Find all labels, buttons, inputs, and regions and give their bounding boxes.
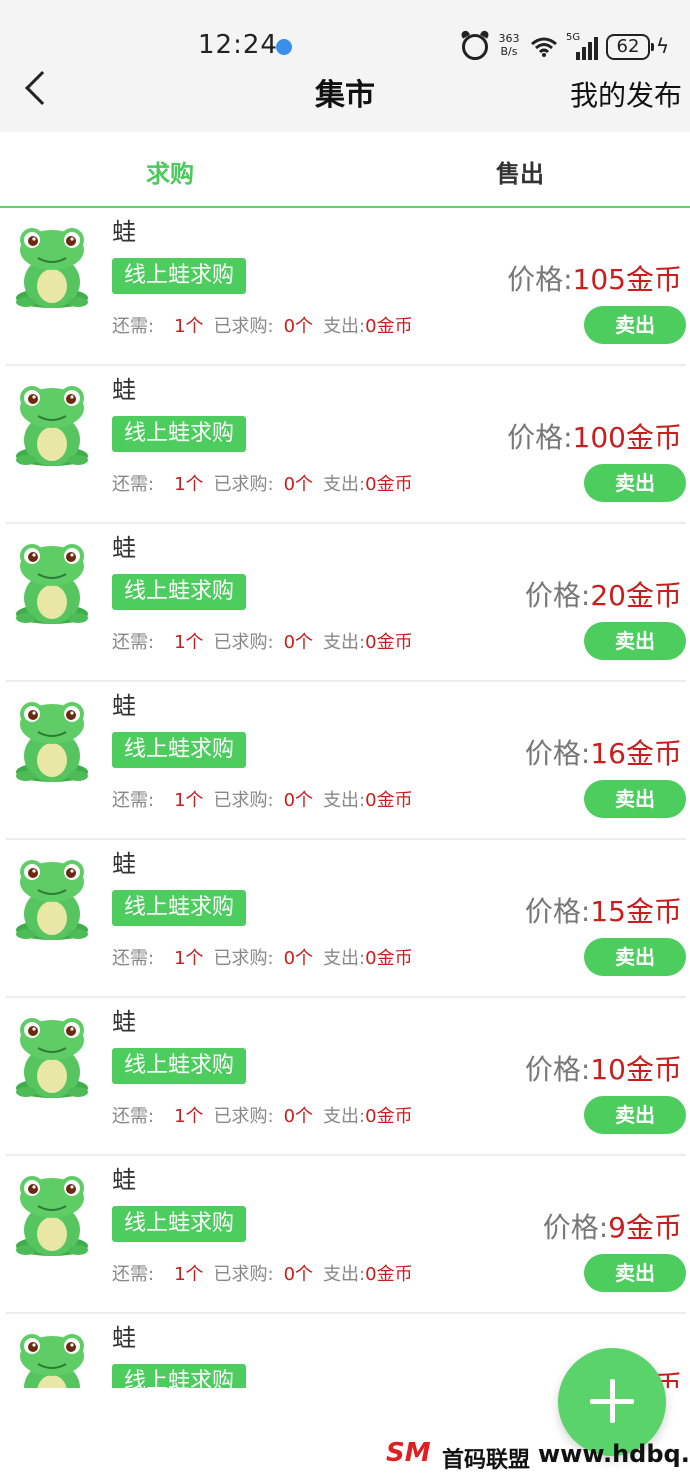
sell-button[interactable]: 卖出 [584, 306, 686, 344]
list-item: 蛙 线上蛙求购 还需: 1个 已求购: 0个 支出:0金币 价格:20金币 卖出 [6, 524, 686, 682]
frog-icon [16, 702, 88, 782]
notification-dot-icon [276, 39, 292, 55]
need-value: 1个 [174, 948, 204, 969]
list-item: 蛙 线上蛙求购 还需: 1个 已求购: 0个 支出:0金币 价格:15金币 卖出 [6, 840, 686, 998]
bought-value: 0个 [283, 474, 314, 495]
need-value: 1个 [174, 632, 204, 653]
item-name: 蛙 [112, 692, 136, 720]
bought-value: 0个 [283, 1264, 314, 1285]
spend-value: 0金币 [365, 474, 413, 495]
sell-button[interactable]: 卖出 [584, 938, 686, 976]
sell-button[interactable]: 卖出 [584, 464, 686, 502]
tab-sell[interactable]: 售出 [496, 154, 544, 189]
item-name: 蛙 [112, 1008, 136, 1036]
status-icons: 363 B/s 5G 62 ϟ [462, 30, 682, 66]
need-value: 1个 [174, 1264, 204, 1285]
spend-value: 0金币 [365, 1264, 413, 1285]
item-tag: 线上蛙求购 [112, 732, 247, 768]
item-tag: 线上蛙求购 [112, 1048, 247, 1084]
wifi-icon [531, 37, 557, 57]
price-value: 9金币 [608, 1211, 682, 1244]
list-item: 蛙 线上蛙求购 还需: 1个 已求购: 0个 支出:0金币 价格:16金币 卖出 [6, 682, 686, 840]
need-value: 1个 [174, 1106, 204, 1127]
need-value: 1个 [174, 316, 204, 337]
item-tag: 线上蛙求购 [112, 258, 247, 294]
bought-value: 0个 [283, 632, 314, 653]
price-value: 105金币 [572, 263, 682, 296]
item-tag: 线上蛙求购 [112, 1206, 247, 1242]
price-value: 15金币 [590, 895, 682, 928]
tab-bar: 求购 售出 [0, 132, 690, 208]
frog-icon [16, 386, 88, 466]
item-name: 蛙 [112, 850, 136, 878]
price-value: 20金币 [590, 579, 682, 612]
item-meta: 还需: 1个 已求购: 0个 支出:0金币 [112, 316, 413, 337]
item-meta: 还需: 1个 已求购: 0个 支出:0金币 [112, 790, 413, 811]
sell-button[interactable]: 卖出 [584, 622, 686, 660]
cell-signal-icon: 5G [566, 32, 600, 62]
frog-icon [16, 228, 88, 308]
bought-value: 0个 [283, 790, 314, 811]
item-meta: 还需: 1个 已求购: 0个 支出:0金币 [112, 474, 413, 495]
item-meta: 还需: 1个 已求购: 0个 支出:0金币 [112, 1106, 413, 1127]
price-value: 10金币 [590, 1053, 682, 1086]
item-tag: 线上蛙求购 [112, 416, 247, 452]
net-speed: 363 B/s [498, 32, 520, 58]
my-posts-button[interactable]: 我的发布 [570, 74, 682, 114]
item-price: 价格:100金币 [507, 421, 682, 454]
item-tag: 线上蛙求购 [112, 890, 247, 926]
item-name: 蛙 [112, 1324, 136, 1352]
item-price: 价格:15金币 [524, 895, 682, 928]
market-list[interactable]: 蛙 线上蛙求购 还需: 1个 已求购: 0个 支出:0金币 价格:105金币 卖出 [0, 208, 690, 1388]
sell-button[interactable]: 卖出 [584, 1254, 686, 1292]
bought-value: 0个 [283, 948, 314, 969]
list-item: 蛙 线上蛙求购 还需: 1个 已求购: 0个 支出:0金币 价格:100金币 卖出 [6, 366, 686, 524]
item-meta: 还需: 1个 已求购: 0个 支出:0金币 [112, 632, 413, 653]
item-name: 蛙 [112, 534, 136, 562]
frog-icon [16, 1018, 88, 1098]
top-bar: 12:24 363 B/s 5G 62 ϟ 集市 我的发布 [0, 0, 690, 132]
item-price: 价格:10金币 [524, 1053, 682, 1086]
frog-icon [20, 1334, 84, 1388]
item-tag: 线上蛙求购 [112, 574, 247, 610]
bought-value: 0个 [283, 1106, 314, 1127]
bought-value: 0个 [283, 316, 314, 337]
spend-value: 0金币 [365, 316, 413, 337]
need-value: 1个 [174, 790, 204, 811]
item-price: 价格:16金币 [524, 737, 682, 770]
sell-button[interactable]: 卖出 [584, 1096, 686, 1134]
list-item: 蛙 线上蛙求购 还需: 1个 已求购: 0个 支出:0金币 价格:10金币 卖出 [6, 998, 686, 1156]
frog-icon [16, 860, 88, 940]
watermark-url: www.hdbq.cc [538, 1440, 690, 1468]
list-item: 蛙 线上蛙求购 还需: 1个 已求购: 0个 支出:0金币 价格:9金币 卖出 [6, 1156, 686, 1314]
item-price: 价格:105金币 [507, 263, 682, 296]
item-price: 价格:9金币 [542, 1211, 682, 1244]
alarm-icon [462, 34, 488, 60]
price-value: 100金币 [572, 421, 682, 454]
item-name: 蛙 [112, 376, 136, 404]
frog-icon [16, 544, 88, 624]
item-price: 价格:20金币 [524, 579, 682, 612]
charging-icon: ϟ [656, 34, 670, 58]
watermark-name: 首码联盟 [442, 1448, 531, 1473]
spend-value: 0金币 [365, 1106, 413, 1127]
sell-button[interactable]: 卖出 [584, 780, 686, 818]
frog-icon [16, 1176, 88, 1256]
price-value: 16金币 [590, 737, 682, 770]
tab-buy[interactable]: 求购 [146, 154, 194, 189]
watermark: SM 首码联盟 www.hdbq.cc [386, 1438, 690, 1478]
item-name: 蛙 [112, 1166, 136, 1194]
battery-icon: 62 [606, 34, 654, 60]
list-item: 蛙 线上蛙求购 还需: 1个 已求购: 0个 支出:0金币 价格:105金币 卖出 [6, 208, 686, 366]
item-meta: 还需: 1个 已求购: 0个 支出:0金币 [112, 1264, 413, 1285]
spend-value: 0金币 [365, 948, 413, 969]
item-meta: 还需: 1个 已求购: 0个 支出:0金币 [112, 948, 413, 969]
need-value: 1个 [174, 474, 204, 495]
item-name: 蛙 [112, 218, 136, 246]
spend-value: 0金币 [365, 790, 413, 811]
item-tag: 线上蛙求购 [112, 1364, 247, 1388]
status-time: 12:24 [198, 30, 278, 60]
watermark-logo: SM [386, 1438, 431, 1468]
spend-value: 0金币 [365, 632, 413, 653]
